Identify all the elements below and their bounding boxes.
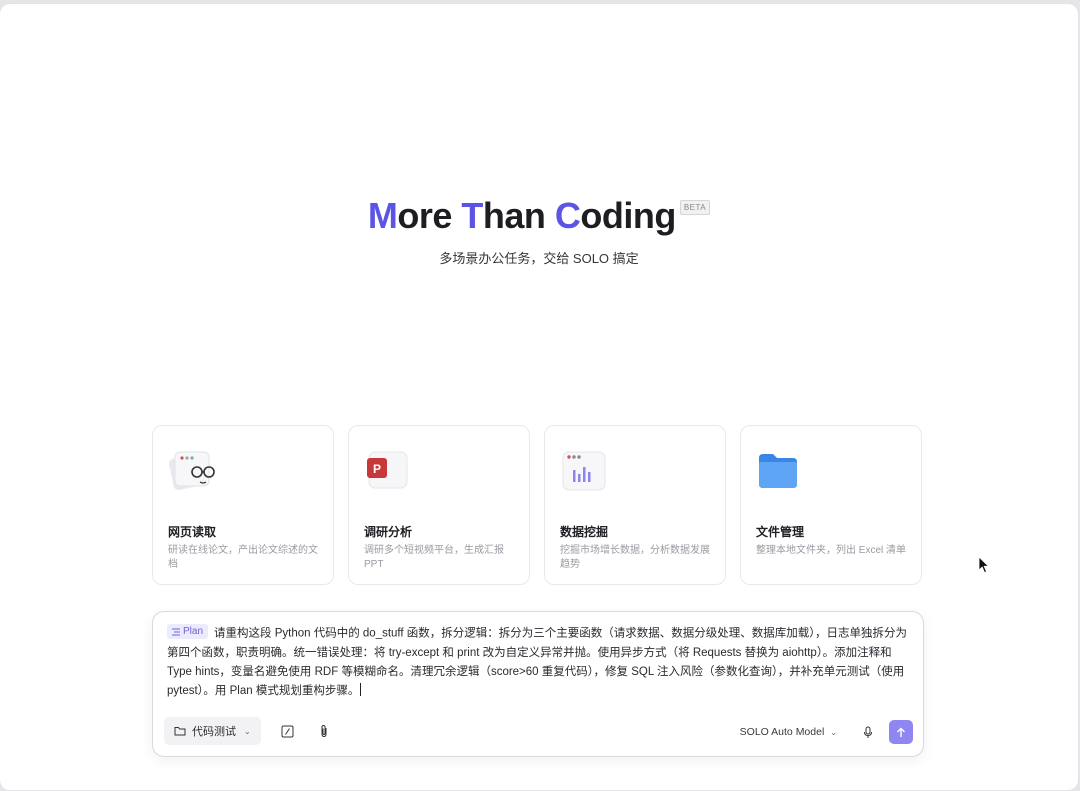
svg-text:P: P <box>373 462 381 476</box>
card-web-reading[interactable]: 网页读取 研读在线论文，产出论文综述的文档 <box>152 425 334 585</box>
title-part: M <box>367 195 398 236</box>
prompt-input[interactable]: Plan 请重构这段 Python 代码中的 do_stuff 函数，拆分逻辑：… <box>167 624 909 701</box>
model-selector[interactable]: SOLO Auto Model ⌄ <box>740 726 837 738</box>
plan-icon <box>172 628 180 635</box>
slash-command-icon <box>281 725 294 737</box>
title-part: C <box>554 195 581 236</box>
composer-toolbar-right: SOLO Auto Model ⌄ <box>740 720 913 744</box>
title-part: han <box>482 195 555 236</box>
folder-icon <box>755 448 805 494</box>
title-part: ore <box>397 195 462 236</box>
chart-icon <box>559 448 609 494</box>
ppt-icon: P <box>363 448 413 494</box>
card-research[interactable]: P 调研分析 调研多个短视频平台，生成汇报PPT <box>348 425 530 585</box>
scenario-cards: 网页读取 研读在线论文，产出论文综述的文档 P 调研分析 调研多个短视频平台，生… <box>152 425 924 585</box>
mouse-pointer-icon <box>978 556 990 574</box>
composer-toolbar-left: 代码测试 ⌄ <box>164 717 333 745</box>
prompt-text: 请重构这段 Python 代码中的 do_stuff 函数，拆分逻辑：拆分为三个… <box>167 627 908 697</box>
project-selector-button[interactable]: 代码测试 ⌄ <box>164 717 261 745</box>
hero: More Than Coding BETA 多场景办公任务，交给 SOLO 搞定 <box>0 194 1078 267</box>
folder-outline-icon <box>174 727 186 736</box>
chevron-down-icon: ⌄ <box>244 726 251 736</box>
title-part: T <box>461 195 483 236</box>
card-file-management[interactable]: 文件管理 整理本地文件夹，列出 Excel 清单 <box>740 425 922 585</box>
card-title: 调研分析 <box>364 525 413 539</box>
plan-chip-label: Plan <box>183 626 204 637</box>
hero-title: More Than Coding <box>367 194 677 238</box>
slash-command-button[interactable] <box>279 722 297 740</box>
web-reading-icon <box>167 448 217 494</box>
attach-button[interactable] <box>315 722 333 740</box>
card-title: 网页读取 <box>168 525 217 539</box>
text-caret <box>360 682 362 696</box>
microphone-icon <box>864 726 872 738</box>
card-data-mining[interactable]: 数据挖掘 挖掘市场增长数据，分析数据发展趋势 <box>544 425 726 585</box>
send-button[interactable] <box>889 720 913 744</box>
project-label: 代码测试 <box>192 726 236 738</box>
paperclip-icon <box>321 724 327 738</box>
plan-mode-chip[interactable]: Plan <box>167 624 209 639</box>
app-window: More Than Coding BETA 多场景办公任务，交给 SOLO 搞定 <box>0 4 1078 790</box>
beta-badge: BETA <box>679 200 711 215</box>
model-label: SOLO Auto Model <box>739 726 825 738</box>
hero-subtitle: 多场景办公任务，交给 SOLO 搞定 <box>439 251 639 266</box>
card-desc: 调研多个短视频平台，生成汇报PPT <box>364 545 504 570</box>
title-part: oding <box>580 195 676 236</box>
prompt-composer[interactable]: Plan 请重构这段 Python 代码中的 do_stuff 函数，拆分逻辑：… <box>152 611 924 757</box>
card-desc: 研读在线论文，产出论文综述的文档 <box>168 545 318 570</box>
card-desc: 挖掘市场增长数据，分析数据发展趋势 <box>560 545 710 570</box>
chevron-down-icon: ⌄ <box>830 727 837 737</box>
card-title: 文件管理 <box>756 525 805 539</box>
microphone-button[interactable] <box>859 723 877 741</box>
card-desc: 整理本地文件夹，列出 Excel 清单 <box>756 545 907 556</box>
card-title: 数据挖掘 <box>560 525 609 539</box>
hero-title-row: More Than Coding BETA <box>367 194 711 238</box>
arrow-up-icon <box>897 727 905 737</box>
